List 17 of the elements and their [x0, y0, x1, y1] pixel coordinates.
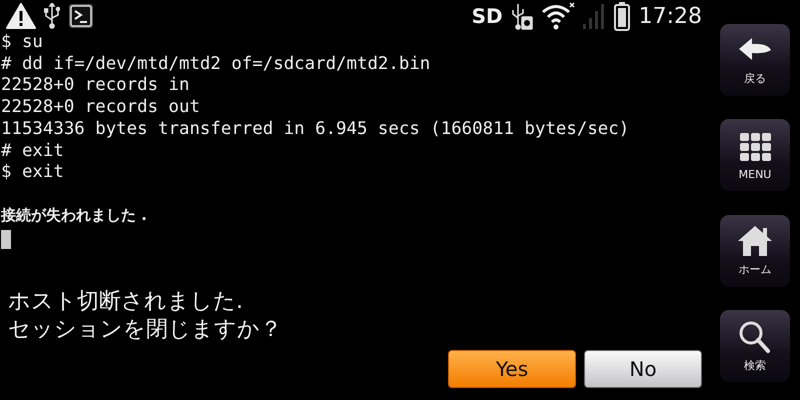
terminal-line: 11534336 bytes transferred in 6.945 secs (1660811 bytes/sec)	[1, 118, 630, 141]
dialog-message: ホスト切断されました. セッションを閉じますか？	[8, 288, 283, 344]
nav-button[interactable]: ホーム	[720, 214, 790, 287]
confirm-button[interactable]: Yes	[448, 350, 576, 388]
terminal-line: 22528+0 records in	[1, 75, 190, 98]
storage-indicator: SD	[472, 4, 503, 28]
disconnect-notice: 接続が失われました .	[1, 204, 147, 226]
terminal-line: $ su	[1, 32, 43, 54]
nav-button[interactable]: MENU	[720, 119, 790, 192]
cancel-button[interactable]: No	[584, 350, 702, 388]
terminal-line: # exit	[1, 140, 64, 162]
nav-button[interactable]: 戻る	[720, 24, 790, 96]
terminal-line: 22528+0 records out	[1, 97, 200, 119]
clock: 17:28	[638, 4, 702, 28]
terminal-line: # dd if=/dev/mtd/mtd2 of=/sdcard/mtd2.bin	[1, 54, 430, 76]
terminal-line: $ exit	[1, 162, 64, 184]
nav-button[interactable]: 検索	[720, 310, 790, 382]
